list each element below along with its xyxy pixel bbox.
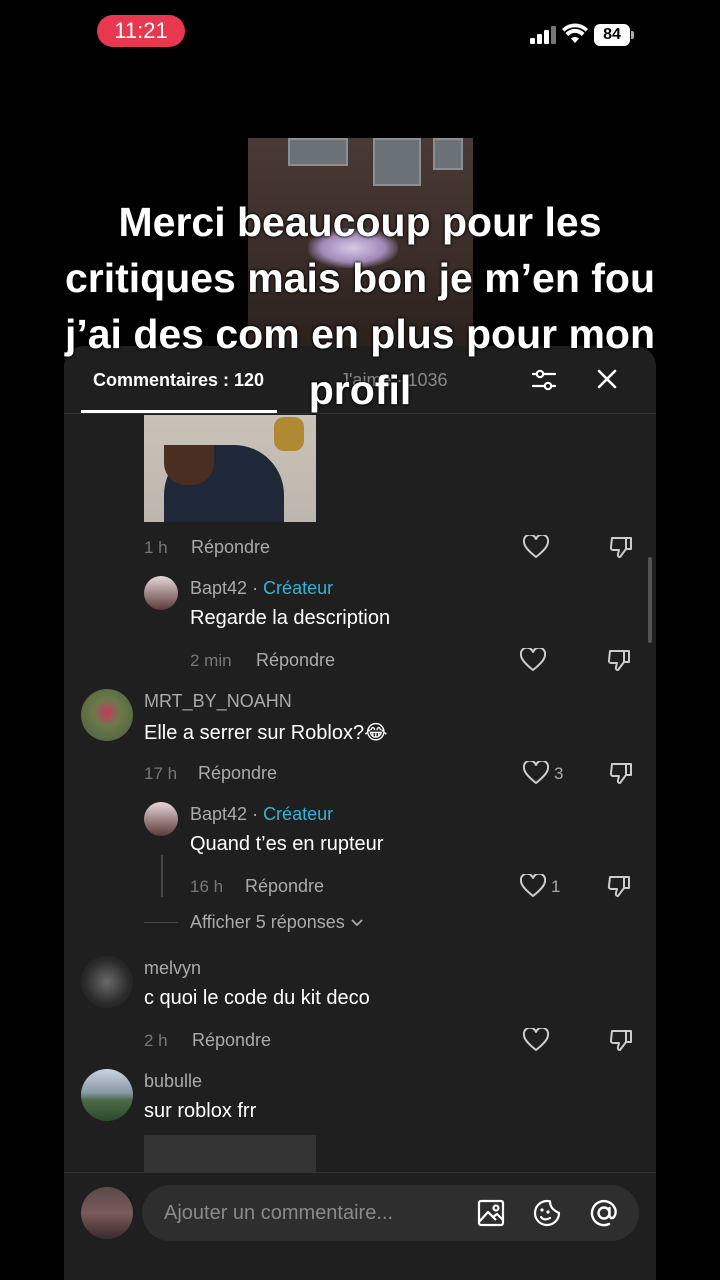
comment-time: 2 h <box>144 1031 168 1050</box>
dislike-icon[interactable] <box>608 534 634 560</box>
status-bar: 11:21 84 <box>0 0 720 62</box>
like-count: 3 <box>554 764 564 783</box>
mention-icon[interactable] <box>589 1198 619 1228</box>
comment-time: 1 h <box>144 538 168 557</box>
wifi-icon <box>562 23 588 43</box>
status-time: 11:21 <box>97 15 185 47</box>
comment-author[interactable]: melvyn <box>144 958 201 979</box>
avatar[interactable] <box>144 576 178 610</box>
avatar[interactable] <box>81 956 133 1008</box>
dislike-icon[interactable] <box>606 873 632 899</box>
heart-icon[interactable] <box>520 874 546 898</box>
thread-line <box>161 855 163 897</box>
chevron-down-icon <box>351 919 363 927</box>
creator-badge: Créateur <box>263 578 334 598</box>
face-shape <box>164 445 214 485</box>
comment-author-line: Bapt42 · Créateur <box>190 804 333 825</box>
comment-input-bar <box>64 1172 656 1280</box>
comment-time: 16 h <box>190 877 224 896</box>
comments-list[interactable]: 1 h Répondre Bapt42 · Créateur Regarde l… <box>64 415 656 1172</box>
window-shape <box>288 138 348 166</box>
show-more-replies-button[interactable]: Afficher 5 réponses <box>190 912 364 933</box>
comment-text: Elle a serrer sur Roblox?😂 <box>144 722 388 744</box>
dislike-icon[interactable] <box>606 647 632 673</box>
comment-input-container[interactable] <box>142 1185 639 1241</box>
reply-button[interactable]: Répondre <box>191 537 270 558</box>
separator: · <box>247 578 264 598</box>
heart-icon[interactable] <box>523 761 549 785</box>
reply-button[interactable]: Répondre <box>256 650 335 671</box>
divider <box>144 922 178 923</box>
dislike-icon[interactable] <box>608 760 634 786</box>
comment-text: sur roblox frr <box>144 1100 257 1122</box>
comments-sheet: Commentaires : 120 J'aime · 1036 1 h Rép… <box>64 346 656 1280</box>
comment-text: Quand t’es en rupteur <box>190 833 384 855</box>
comment-author[interactable]: bubulle <box>144 1071 202 1092</box>
creator-badge: Créateur <box>263 804 334 824</box>
reply-button[interactable]: Répondre <box>192 1030 271 1051</box>
person-shape <box>164 445 284 522</box>
reply-button[interactable]: Répondre <box>245 876 324 897</box>
my-avatar[interactable] <box>81 1187 133 1239</box>
comment-author[interactable]: Bapt42 <box>190 804 247 824</box>
comment-time: 17 h <box>144 764 178 783</box>
dislike-icon[interactable] <box>608 1027 634 1053</box>
battery-indicator: 84 <box>594 24 634 46</box>
comment-image[interactable] <box>144 1135 316 1172</box>
comment-image[interactable] <box>144 415 316 522</box>
emoji-icon[interactable] <box>532 1198 562 1228</box>
comment-text: c quoi le code du kit deco <box>144 987 370 1009</box>
comment-author[interactable]: MRT_BY_NOAHN <box>144 691 292 712</box>
image-icon[interactable] <box>476 1198 506 1228</box>
scrollbar[interactable] <box>648 557 652 643</box>
comment-time: 2 min <box>190 651 232 670</box>
like-count: 1 <box>551 877 561 896</box>
comment-text: Regarde la description <box>190 607 391 629</box>
statue-shape <box>274 417 304 451</box>
cellular-signal-icon <box>530 26 556 44</box>
window-shape <box>373 138 421 186</box>
heart-icon[interactable] <box>520 648 546 672</box>
reply-button[interactable]: Répondre <box>198 763 277 784</box>
comment-input[interactable] <box>164 1185 464 1241</box>
avatar[interactable] <box>81 1069 133 1121</box>
comment-author-line: Bapt42 · Créateur <box>190 578 333 599</box>
heart-icon[interactable] <box>523 1028 549 1052</box>
separator: · <box>247 804 264 824</box>
avatar[interactable] <box>144 802 178 836</box>
video-caption: Merci beaucoup pour les critiques mais b… <box>64 199 656 413</box>
avatar[interactable] <box>81 689 133 741</box>
window-shape <box>433 138 463 170</box>
heart-icon[interactable] <box>523 535 549 559</box>
show-more-replies-label: Afficher 5 réponses <box>190 912 345 932</box>
comment-author[interactable]: Bapt42 <box>190 578 247 598</box>
